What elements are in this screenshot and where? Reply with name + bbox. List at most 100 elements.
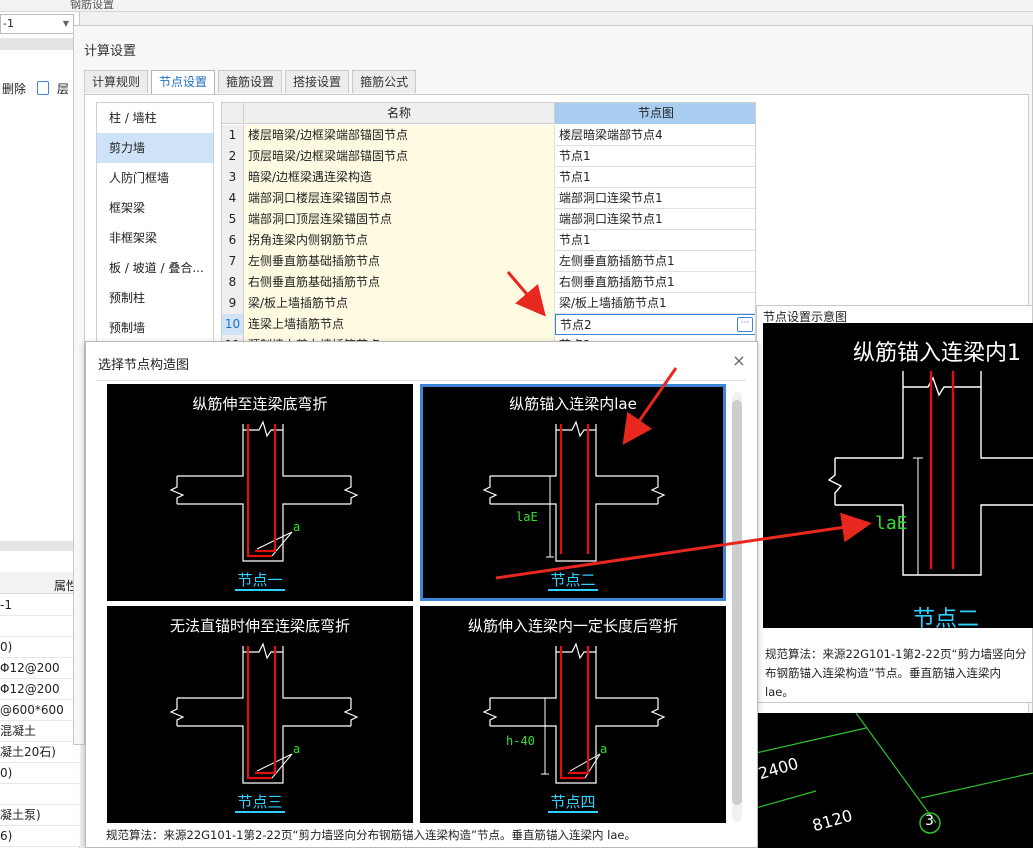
delete-button[interactable]: 删除 <box>2 80 26 97</box>
floor-dropdown-value: -1 <box>3 17 14 30</box>
preview-description: 规范算法：来源22G101-1第2-22页“剪力墙竖向分布钢筋锚入连梁构造”节点… <box>765 647 1027 699</box>
row-number: 7 <box>222 251 244 272</box>
properties-column-header: 属性 <box>0 572 80 594</box>
tab-stirrup-formula[interactable]: 箍筋公式 <box>352 70 417 93</box>
table-row[interactable]: 9 梁/板上墙插筋节点 梁/板上墙插筋节点1 <box>222 293 755 314</box>
preview-dim-label: laE <box>875 513 908 534</box>
preview-drawing <box>827 371 1033 576</box>
row-node-cell[interactable]: 节点1 <box>555 167 755 188</box>
category-item-shear-wall[interactable]: 剪力墙 <box>97 133 213 163</box>
table-row[interactable]: 10 连梁上墙插筋节点 节点2 ··· <box>222 314 755 335</box>
row-node-value: 节点1 <box>559 170 591 184</box>
row-node-value: 节点2 <box>560 318 592 332</box>
row-name-cell: 连梁上墙插筋节点 <box>244 314 555 335</box>
table-row[interactable]: 6 拐角连梁内侧钢筋节点 节点1 <box>222 230 755 251</box>
row-node-value: 端部洞口连梁节点1 <box>559 191 663 205</box>
property-row[interactable] <box>0 784 80 805</box>
copy-icon <box>37 81 49 95</box>
preview-node-label-text: 节点二 <box>913 607 980 628</box>
property-row[interactable]: 混凝土 <box>0 721 80 742</box>
row-node-value: 节点1 <box>559 233 591 247</box>
row-name-cell: 顶层暗梁/边框梁端部锚固节点 <box>244 146 555 167</box>
cad-axis-label: 3 <box>925 813 934 829</box>
grid-corner <box>222 103 244 124</box>
row-node-cell[interactable]: 梁/板上墙插筋节点1 <box>555 293 755 314</box>
category-item-civil-defense-frame[interactable]: 人防门框墙 <box>97 163 213 193</box>
property-row[interactable]: Φ12@200 <box>0 679 80 700</box>
row-node-cell[interactable]: 节点1 <box>555 146 755 167</box>
table-row[interactable]: 5 端部洞口顶层连梁锚固节点 端部洞口连梁节点1 <box>222 209 755 230</box>
row-node-cell[interactable]: 楼层暗梁端部节点4 <box>555 125 755 146</box>
node-card-label: 节点二 <box>420 569 726 591</box>
node-card-4[interactable]: 纵筋伸入连梁内一定长度后弯折 h-40 a 节点四 <box>420 606 726 823</box>
row-number: 8 <box>222 272 244 293</box>
row-name-cell: 端部洞口顶层连梁锚固节点 <box>244 209 555 230</box>
preview-canvas: 纵筋锚入连梁内1 laE 节点二 <box>763 323 1033 628</box>
row-node-cell[interactable]: 左侧垂直筋插筋节点1 <box>555 251 755 272</box>
row-node-cell[interactable]: 右侧垂直筋插筋节点1 <box>555 272 755 293</box>
category-list: 柱 / 墙柱 剪力墙 人防门框墙 框架梁 非框架梁 板 / 坡道 / 叠合...… <box>96 102 214 342</box>
row-name-cell: 梁/板上墙插筋节点 <box>244 293 555 314</box>
node-card-label: 节点一 <box>107 569 413 591</box>
table-row[interactable]: 2 顶层暗梁/边框梁端部锚固节点 节点1 <box>222 146 755 167</box>
table-row[interactable]: 8 右侧垂直筋基础插筋节点 右侧垂直筋插筋节点1 <box>222 272 755 293</box>
table-row[interactable]: 3 暗梁/边框梁遇连梁构造 节点1 <box>222 167 755 188</box>
row-node-value: 梁/板上墙插筋节点1 <box>559 296 667 310</box>
layer-button[interactable]: 层 <box>57 80 69 97</box>
node-card-dim: h-40 <box>506 734 535 748</box>
property-row[interactable]: Φ12@200 <box>0 658 80 679</box>
property-row[interactable]: 6) <box>0 826 80 847</box>
ellipsis-button[interactable]: ··· <box>737 317 753 332</box>
row-number: 2 <box>222 146 244 167</box>
property-row[interactable]: 凝土20石) <box>0 742 80 763</box>
tab-node-settings[interactable]: 节点设置 <box>151 70 216 94</box>
tab-stirrup-settings[interactable]: 箍筋设置 <box>218 70 283 93</box>
row-node-cell[interactable]: 节点2 ··· <box>555 314 755 335</box>
background-top-bar <box>0 0 1033 12</box>
property-row[interactable]: -1 <box>0 595 80 616</box>
table-row[interactable]: 1 楼层暗梁/边框梁端部锚固节点 楼层暗梁端部节点4 <box>222 125 755 146</box>
node-card-dim: laE <box>516 510 538 524</box>
property-row[interactable]: @600*600 <box>0 700 80 721</box>
node-card-1[interactable]: 纵筋伸至连梁底弯折 a 节点一 <box>107 384 413 601</box>
grid-header: 名称 节点图 <box>222 103 755 124</box>
chevron-down-icon: ▼ <box>62 19 69 28</box>
category-item-column[interactable]: 柱 / 墙柱 <box>97 103 213 133</box>
node-card-3[interactable]: 无法直锚时伸至连梁底弯折 a 节点三 <box>107 606 413 823</box>
close-icon[interactable]: × <box>730 352 748 370</box>
floor-dropdown[interactable]: -1 ▼ <box>0 14 74 34</box>
category-item-precast-column[interactable]: 预制柱 <box>97 283 213 313</box>
popup-scrollbar-thumb[interactable] <box>732 400 742 805</box>
row-number: 10 <box>222 314 244 335</box>
tab-lap-settings[interactable]: 搭接设置 <box>285 70 350 93</box>
property-row[interactable]: 0) <box>0 763 80 784</box>
node-card-2[interactable]: 纵筋锚入连梁内lae laE 节点二 <box>420 384 726 601</box>
row-name-cell: 右侧垂直筋基础插筋节点 <box>244 272 555 293</box>
row-name-cell: 暗梁/边框梁遇连梁构造 <box>244 167 555 188</box>
node-card-dim: a <box>293 520 301 534</box>
background-strip <box>0 38 78 50</box>
cad-canvas[interactable]: 2400 8120 3 <box>756 713 1033 848</box>
background-title: 钢筋设置 <box>70 0 114 11</box>
table-row[interactable]: 4 端部洞口楼层连梁锚固节点 端部洞口连梁节点1 <box>222 188 755 209</box>
preview-node-label: 节点二 <box>913 601 980 628</box>
category-item-non-frame-beam[interactable]: 非框架梁 <box>97 223 213 253</box>
property-row[interactable]: 凝土泵) <box>0 805 80 826</box>
row-node-value: 楼层暗梁端部节点4 <box>559 128 663 142</box>
category-item-precast-wall[interactable]: 预制墙 <box>97 313 213 343</box>
property-row[interactable]: 0) <box>0 637 80 658</box>
row-number: 6 <box>222 230 244 251</box>
category-item-frame-beam[interactable]: 框架梁 <box>97 193 213 223</box>
node-settings-grid: 名称 节点图 1 楼层暗梁/边框梁端部锚固节点 楼层暗梁端部节点4 2 顶层暗梁/边框梁… <box>221 102 756 342</box>
tab-calc-rules[interactable]: 计算规则 <box>84 70 149 93</box>
property-row[interactable] <box>0 616 80 637</box>
grid-col-name: 名称 <box>244 103 555 124</box>
row-node-cell[interactable]: 端部洞口连梁节点1 <box>555 188 755 209</box>
category-item-slab[interactable]: 板 / 坡道 / 叠合... <box>97 253 213 283</box>
row-node-value: 左侧垂直筋插筋节点1 <box>559 254 675 268</box>
table-row[interactable]: 7 左侧垂直筋基础插筋节点 左侧垂直筋插筋节点1 <box>222 251 755 272</box>
row-number: 1 <box>222 125 244 146</box>
cad-drawing <box>756 713 1033 834</box>
row-node-cell[interactable]: 节点1 <box>555 230 755 251</box>
row-node-cell[interactable]: 端部洞口连梁节点1 <box>555 209 755 230</box>
